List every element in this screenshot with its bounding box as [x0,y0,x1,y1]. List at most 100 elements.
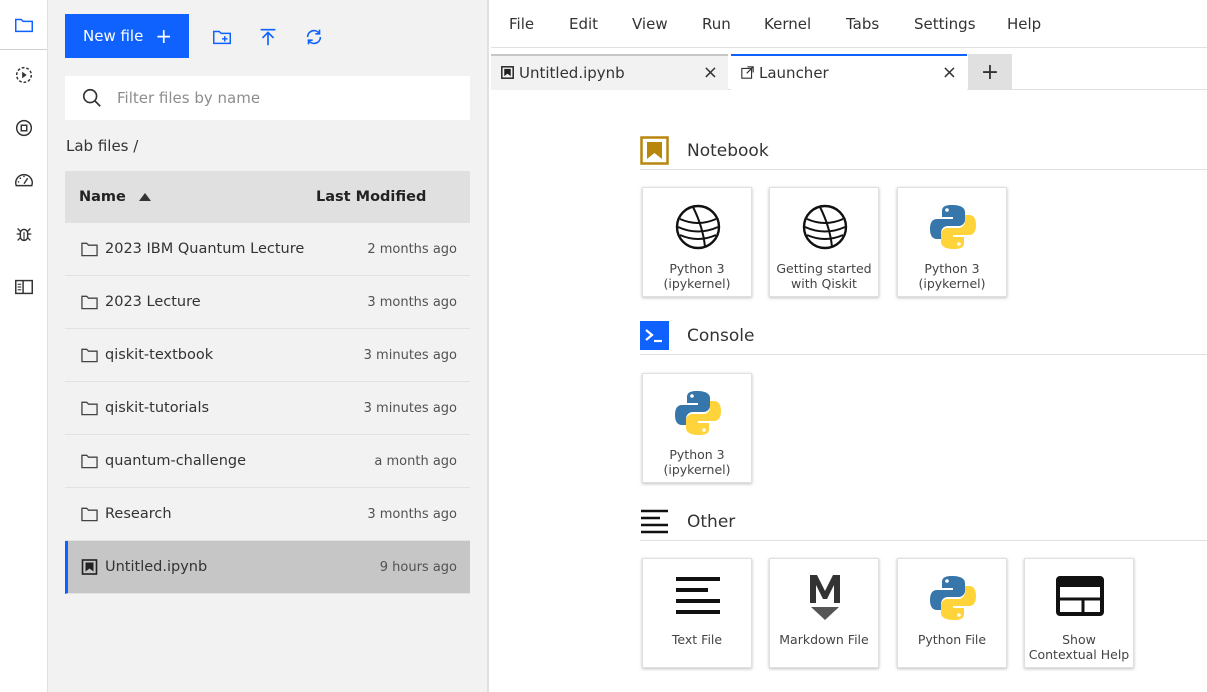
file-row[interactable]: Research 3 months ago [65,488,470,541]
resource-usage-tab[interactable] [0,156,47,206]
folder-icon [81,242,98,257]
tab-label: Untitled.ipynb [519,64,625,82]
sort-ascending-icon[interactable] [139,193,151,201]
notebook-icon [640,136,669,165]
python-icon [930,576,976,620]
console-icon [640,321,669,350]
refresh-icon[interactable] [303,26,325,48]
qiskit-kernel-icon [675,204,721,250]
markdown-icon [810,575,840,620]
notebook-section-header: Notebook [640,136,1207,170]
launcher-card-contextual-help[interactable]: Show Contextual Help [1024,558,1134,668]
debugger-tab[interactable] [0,209,47,259]
file-name: 2023 IBM Quantum Lecture [105,241,305,257]
file-name: qiskit-textbook [105,347,214,363]
launcher-card-notebook-python3[interactable]: Python 3 (ipykernel) [642,187,752,297]
menu-file[interactable]: File [509,15,534,33]
card-label-line1: Text File [671,632,723,647]
add-tab-button[interactable]: + [968,54,1012,90]
file-row[interactable]: qiskit-tutorials 3 minutes ago [65,382,470,435]
new-file-button[interactable]: New file + [65,14,189,58]
card-label-line2: (ipykernel) [918,276,986,291]
section-title: Notebook [687,141,769,161]
close-icon[interactable]: × [942,62,957,83]
menu-kernel[interactable]: Kernel [764,15,811,33]
tab-launcher[interactable]: Launcher × [731,54,967,90]
card-label-line2: (ipykernel) [663,276,731,291]
card-label-line1: Python 3 [669,261,725,276]
folder-icon [14,18,33,32]
close-icon[interactable]: × [703,62,718,83]
new-folder-icon[interactable] [211,26,233,48]
file-row[interactable]: 2023 Lecture 3 months ago [65,276,470,329]
card-label-line1: Getting started [776,261,872,276]
card-label: Python File [898,632,1006,647]
other-lines-icon [641,509,668,534]
file-browser-panel: New file + Lab files / Name Last Modifie… [48,0,489,692]
file-filter-input[interactable] [117,89,437,107]
card-label-line1: Show [1062,632,1096,647]
launcher-icon [741,66,754,79]
file-filter-box [65,76,470,120]
notebook-icon [81,559,98,575]
last-modified-column-header[interactable]: Last Modified [316,189,426,205]
file-row[interactable]: qiskit-textbook 3 minutes ago [65,329,470,382]
folder-icon [81,401,98,416]
python-icon [930,205,976,249]
search-icon [82,88,101,107]
breadcrumb[interactable]: Lab files / [66,137,138,155]
launcher-card-getting-started-qiskit[interactable]: Getting started with Qiskit [769,187,879,297]
python-icon [675,391,721,435]
stop-icon [15,119,32,137]
main-area: File Edit View Run Kernel Tabs Settings … [491,0,1207,692]
menu-view[interactable]: View [632,15,668,33]
card-label: Python 3 (ipykernel) [643,447,751,477]
file-listing: Name Last Modified 2023 IBM Quantum Lect… [65,171,470,594]
dashboard-icon [14,173,33,187]
file-modified: a month ago [374,453,457,469]
section-title: Console [687,326,755,346]
contextual-help-icon [1056,576,1104,616]
menu-run[interactable]: Run [702,15,731,33]
card-label: Python 3 (ipykernel) [898,261,1006,291]
card-label: Python 3 (ipykernel) [643,261,751,291]
launcher-card-console-python3[interactable]: Python 3 (ipykernel) [642,373,752,483]
card-label: Text File [643,632,751,647]
menu-edit[interactable]: Edit [569,15,598,33]
launcher-card-text-file[interactable]: Text File [642,558,752,668]
menu-help[interactable]: Help [1007,15,1041,33]
table-of-contents-tab[interactable] [0,262,47,312]
file-row[interactable]: 2023 IBM Quantum Lecture 2 months ago [65,223,470,276]
launcher-card-markdown-file[interactable]: Markdown File [769,558,879,668]
card-label-line1: Markdown File [779,632,869,647]
text-file-icon [676,577,720,614]
tab-untitled-notebook[interactable]: Untitled.ipynb × [491,54,728,90]
file-row[interactable]: quantum-challenge a month ago [65,435,470,488]
section-title: Other [687,512,736,532]
card-label-line1: Python File [917,632,987,647]
file-modified: 3 months ago [367,506,457,522]
tab-label: Launcher [759,64,829,82]
plus-icon: + [155,24,173,48]
file-name: Research [105,506,172,522]
menu-settings[interactable]: Settings [914,15,976,33]
file-browser-tab[interactable] [0,0,47,50]
running-sessions-tab[interactable] [0,50,47,100]
file-row-selected[interactable]: Untitled.ipynb 9 hours ago [65,541,470,594]
menu-tabs[interactable]: Tabs [846,15,879,33]
launcher-card-python-file[interactable]: Python File [897,558,1007,668]
launcher-card-notebook-python3-b[interactable]: Python 3 (ipykernel) [897,187,1007,297]
file-modified: 9 hours ago [379,559,457,575]
kernels-tab[interactable] [0,103,47,153]
card-label-line2: (ipykernel) [663,462,731,477]
file-modified: 3 minutes ago [363,347,457,363]
bug-icon [16,228,31,242]
folder-icon [81,454,98,469]
activity-bar [0,0,48,692]
table-of-contents-icon [14,279,33,295]
name-column-header[interactable]: Name [79,189,126,205]
file-name: 2023 Lecture [105,294,201,310]
upload-icon[interactable] [257,26,279,48]
card-label-line2: Contextual Help [1028,647,1130,662]
file-modified: 3 minutes ago [363,400,457,416]
